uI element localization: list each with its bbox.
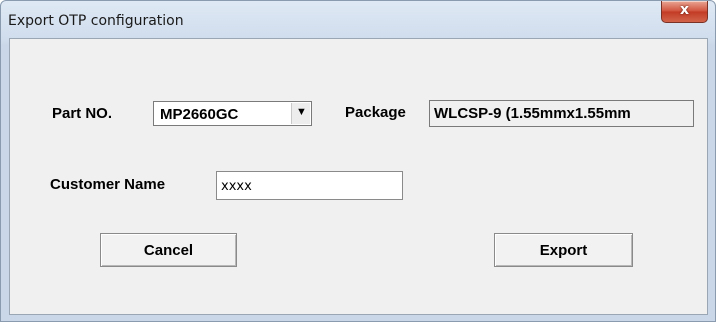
close-button[interactable]: x <box>661 1 708 23</box>
close-icon: x <box>679 2 690 18</box>
package-label: Package <box>345 104 406 121</box>
package-field: WLCSP-9 (1.55mmx1.55mm <box>429 100 694 127</box>
part-no-label: Part NO. <box>52 105 113 122</box>
cancel-button-label: Cancel <box>143 242 194 259</box>
dialog-window: Export OTP configuration x Part NO. MP26… <box>0 0 716 322</box>
dialog-body: Part NO. MP2660GC ▼ Package WLCSP-9 (1.5… <box>9 38 708 315</box>
customer-name-value: xxxx <box>221 179 252 194</box>
part-no-value: MP2660GC <box>160 106 239 123</box>
window-title: Export OTP configuration <box>8 13 184 29</box>
customer-name-label: Customer Name <box>50 176 166 193</box>
part-no-select[interactable]: MP2660GC ▼ <box>153 101 312 126</box>
cancel-button[interactable]: Cancel <box>100 233 237 267</box>
title-bar: Export OTP configuration x <box>1 1 715 38</box>
chevron-down-icon: ▼ <box>296 106 307 118</box>
dropdown-button[interactable]: ▼ <box>291 103 310 124</box>
export-button-label: Export <box>539 242 588 259</box>
package-value: WLCSP-9 (1.55mmx1.55mm <box>434 105 631 122</box>
customer-name-input[interactable]: xxxx <box>216 171 403 200</box>
export-button[interactable]: Export <box>494 233 633 267</box>
